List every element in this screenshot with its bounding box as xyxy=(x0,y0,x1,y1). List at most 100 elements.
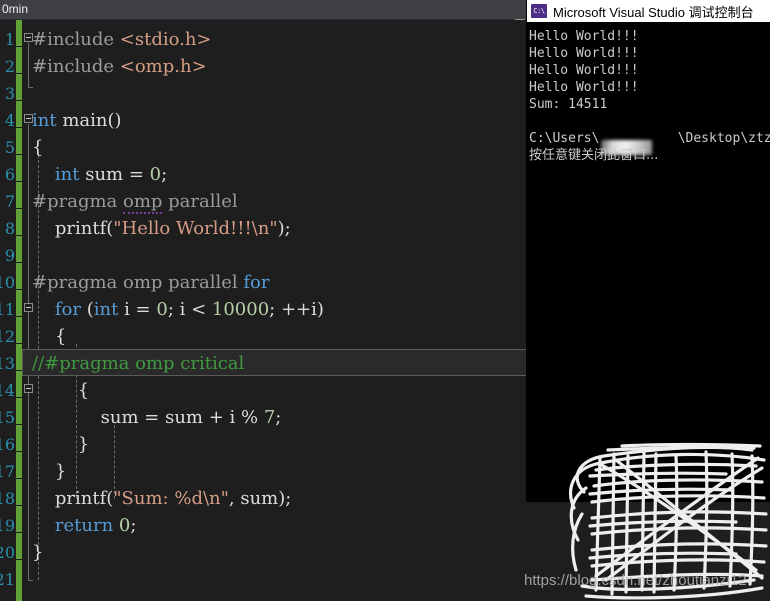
code-token: sum = sum + i % xyxy=(32,407,264,428)
code-token: //#pragma omp critical xyxy=(32,353,245,374)
code-token: parallel xyxy=(162,191,238,212)
code-line[interactable]: #pragma omp parallel xyxy=(32,188,238,215)
console-output: Hello World!!! Hello World!!! Hello World!… xyxy=(527,22,770,501)
line-number: 6 xyxy=(4,165,14,184)
line-number: 18 xyxy=(0,489,14,508)
code-token: 0 xyxy=(149,164,162,185)
line-number: 16 xyxy=(0,435,14,454)
line-number: 21 xyxy=(0,570,14,589)
console-line: Sum: 14511 xyxy=(529,97,608,112)
code-line[interactable]: } xyxy=(32,431,89,458)
code-token: 0 xyxy=(156,299,168,320)
code-token: "Sum: %d\n" xyxy=(113,488,229,509)
code-token: <omp.h> xyxy=(119,56,207,77)
code-token: } xyxy=(32,542,44,563)
screenshot-root: 0min 123456789101112131415161718192021 xyxy=(0,0,770,601)
code-token: #pragma xyxy=(32,191,123,212)
code-line[interactable]: printf("Hello World!!!\n"); xyxy=(32,215,291,242)
code-token: return xyxy=(54,515,114,536)
code-token: 10000 xyxy=(211,299,270,320)
line-number: 10 xyxy=(0,273,14,292)
code-line[interactable]: #include <stdio.h> xyxy=(32,26,212,53)
code-token: { xyxy=(32,326,67,347)
code-token: 7 xyxy=(263,407,276,428)
code-token: #include xyxy=(32,56,120,77)
console-line: Hello World!!! xyxy=(529,63,639,78)
code-token: int xyxy=(54,164,80,185)
line-number: 11 xyxy=(0,300,14,319)
code-token: #include xyxy=(32,29,120,50)
code-token: "Hello World!!!\n" xyxy=(113,218,278,239)
line-number: 17 xyxy=(0,462,14,481)
code-line[interactable]: { xyxy=(32,377,89,404)
code-line[interactable]: } xyxy=(32,539,43,566)
line-number: 12 xyxy=(0,327,14,346)
console-line: C:\Users\ \Desktop\ztz的vi xyxy=(529,131,770,146)
code-token: ); xyxy=(277,218,291,239)
console-line: Hello World!!! xyxy=(529,46,639,61)
line-number: 20 xyxy=(0,543,14,562)
code-token: ( xyxy=(81,299,94,320)
code-token: i = xyxy=(118,299,157,320)
line-number: 4 xyxy=(4,111,14,130)
console-line: Hello World!!! xyxy=(529,29,639,44)
line-number: 7 xyxy=(4,192,14,211)
code-line[interactable]: sum = sum + i % 7; xyxy=(32,404,282,431)
code-token: ; xyxy=(161,164,168,185)
code-line[interactable]: return 0; xyxy=(32,512,137,539)
code-token: for xyxy=(243,272,270,293)
line-number: 13 xyxy=(0,354,14,373)
code-line[interactable]: { xyxy=(32,323,66,350)
code-line[interactable]: { xyxy=(32,134,43,161)
line-number: 14 xyxy=(0,381,14,400)
watermark-text: https://blog.csdn.net/zhoutianzi12 xyxy=(524,572,747,589)
code-token: main() xyxy=(56,110,122,131)
unknown-pragma-squiggle: omp xyxy=(122,191,163,214)
code-token: int xyxy=(32,110,57,131)
line-number: 2 xyxy=(4,57,14,76)
code-token: sum = xyxy=(79,164,150,185)
console-line: Hello World!!! xyxy=(529,80,639,95)
code-token: #pragma omp parallel xyxy=(32,272,244,293)
code-token: } xyxy=(32,461,67,482)
code-line[interactable]: int sum = 0; xyxy=(32,161,167,188)
code-token: ; i < xyxy=(167,299,212,320)
code-line[interactable]: #pragma omp parallel for xyxy=(32,269,269,296)
code-token: { xyxy=(32,380,90,401)
line-number-gutter: 123456789101112131415161718192021 xyxy=(0,20,14,601)
line-number: 9 xyxy=(4,246,14,265)
code-token: 0 xyxy=(118,515,131,536)
line-number: 1 xyxy=(4,30,14,49)
code-token: <stdio.h> xyxy=(119,29,212,50)
code-line[interactable]: int main() xyxy=(32,107,122,134)
code-token: for xyxy=(54,299,81,320)
code-token: ; ++i) xyxy=(269,299,324,320)
code-token: , sum); xyxy=(228,488,292,509)
vs-top-bar-label: 0min xyxy=(2,2,29,16)
console-title-text: Microsoft Visual Studio 调试控制台 xyxy=(553,4,754,20)
console-app-icon: C:\ xyxy=(531,4,547,18)
console-title-bar[interactable]: C:\ Microsoft Visual Studio 调试控制台 xyxy=(527,0,770,22)
code-token: ; xyxy=(275,407,282,428)
code-token: int xyxy=(93,299,119,320)
console-line: 按任意键关闭此窗口... xyxy=(529,148,659,163)
code-token: printf( xyxy=(32,218,114,239)
line-number: 19 xyxy=(0,516,14,535)
code-line[interactable]: printf("Sum: %d\n", sum); xyxy=(32,485,291,512)
line-number: 5 xyxy=(4,138,14,157)
line-number: 8 xyxy=(4,219,14,238)
code-token: } xyxy=(32,434,90,455)
code-token: printf( xyxy=(32,488,114,509)
line-number: 3 xyxy=(4,84,14,103)
change-tracking-bar xyxy=(16,20,22,601)
code-token: { xyxy=(32,137,44,158)
line-number: 15 xyxy=(0,408,14,427)
console-window[interactable]: C:\ Microsoft Visual Studio 调试控制台 Hello … xyxy=(527,0,770,501)
code-line[interactable]: #include <omp.h> xyxy=(32,53,207,80)
code-line[interactable]: //#pragma omp critical xyxy=(32,350,244,377)
code-line[interactable]: for (int i = 0; i < 10000; ++i) xyxy=(32,296,324,323)
code-line[interactable]: } xyxy=(32,458,66,485)
